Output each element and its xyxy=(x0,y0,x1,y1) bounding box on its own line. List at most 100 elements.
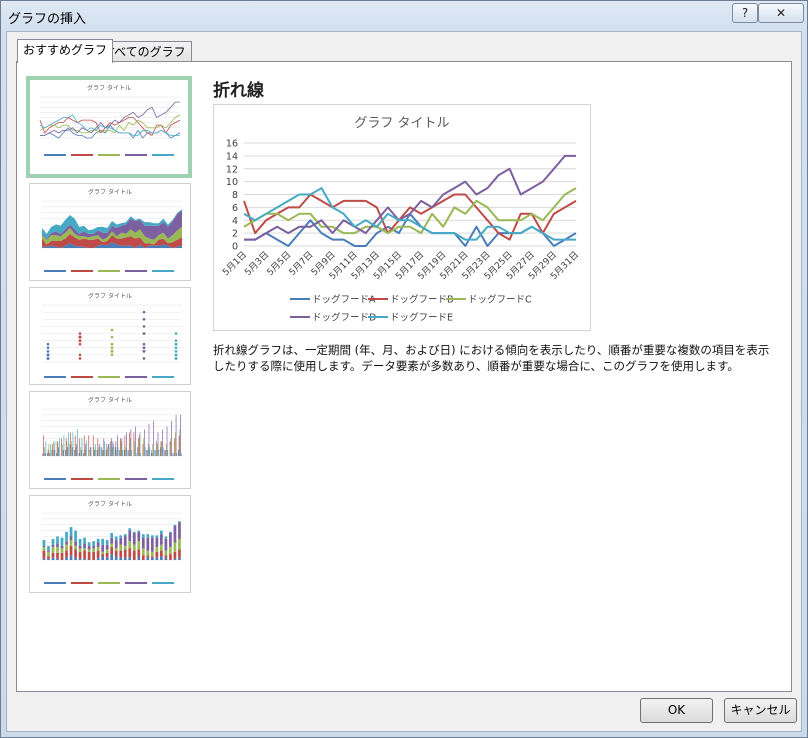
stacked-bar-segment xyxy=(78,538,82,546)
stacked-bar-segment xyxy=(146,537,150,551)
stacked-bar-segment xyxy=(132,532,136,545)
column-bar xyxy=(62,444,63,456)
stacked-bar-segment xyxy=(51,552,55,558)
column-bar xyxy=(133,432,135,456)
column-bar xyxy=(89,450,90,456)
stacked-bar-segment xyxy=(160,550,163,557)
stacked-bar-segment xyxy=(178,521,181,523)
legend-swatch xyxy=(44,582,66,584)
thumbnail-scatter-chart[interactable]: グラフ タイトル xyxy=(29,287,191,385)
stacked-bar-segment xyxy=(42,545,46,548)
stacked-bar-segment xyxy=(155,557,159,560)
stacked-bar-segment xyxy=(74,530,77,542)
scatter-point xyxy=(110,350,114,353)
column-bar xyxy=(126,432,127,456)
legend-swatch xyxy=(71,270,93,272)
stacked-bar-segment xyxy=(128,541,132,549)
stacked-bar-segment xyxy=(137,530,141,532)
column-bar xyxy=(144,429,145,456)
stacked-bar-segment xyxy=(123,549,127,558)
stacked-bar-segment xyxy=(173,551,177,559)
stacked-bar-segment xyxy=(78,551,82,559)
thumbnail-clustered-column-chart[interactable]: グラフ タイトル xyxy=(29,391,191,489)
stacked-bar-segment xyxy=(132,544,136,551)
thumbnail-area-chart[interactable]: グラフ タイトル xyxy=(29,183,191,281)
stacked-bar-segment xyxy=(119,550,123,558)
stacked-bar-segment xyxy=(105,549,109,553)
column-bar xyxy=(50,444,51,456)
stacked-bar-segment xyxy=(164,550,168,556)
legend-swatch xyxy=(152,270,174,272)
column-bar xyxy=(47,450,49,456)
stacked-bar-segment xyxy=(110,547,114,555)
stacked-bar-segment xyxy=(69,527,73,537)
column-bar xyxy=(58,447,59,456)
stacked-bar-segment xyxy=(105,544,109,550)
column-bar xyxy=(105,450,107,456)
stacked-bar-segment xyxy=(87,549,91,552)
column-bar xyxy=(134,441,136,456)
stacked-bar-segment xyxy=(114,550,118,557)
column-bar xyxy=(156,444,158,456)
scatter-point xyxy=(174,353,178,357)
column-bar xyxy=(166,426,168,456)
thumbnail-line-chart[interactable]: グラフ タイトル xyxy=(26,76,192,178)
scatter-point xyxy=(142,350,146,353)
column-bar xyxy=(79,438,81,456)
stacked-bar-segment xyxy=(51,544,55,548)
column-bar xyxy=(76,444,78,456)
stacked-bar-segment xyxy=(141,537,145,549)
column-bar xyxy=(67,447,69,456)
column-bar xyxy=(106,444,108,456)
column-bar xyxy=(122,450,123,456)
stacked-bar-segment xyxy=(74,545,77,550)
stacked-bar-segment xyxy=(47,551,50,557)
stacked-bar-segment xyxy=(155,551,159,558)
title-bar[interactable]: グラフの挿入 ? ✕ xyxy=(1,1,807,31)
column-bar xyxy=(179,429,181,456)
column-bar xyxy=(152,444,154,456)
stacked-bar-segment xyxy=(128,548,132,558)
stacked-bar-segment xyxy=(150,557,154,560)
column-bar xyxy=(161,441,163,456)
column-bar xyxy=(99,447,101,456)
thumbnail-stacked-column-chart[interactable]: グラフ タイトル xyxy=(29,495,191,593)
thumbnail-title: グラフ タイトル xyxy=(88,292,132,300)
insert-chart-dialog: グラフの挿入 ? ✕ おすすめグラフ すべてのグラフ グラフ タイトル グラフ … xyxy=(0,0,808,738)
scatter-point xyxy=(142,357,146,360)
column-bar xyxy=(96,450,98,456)
legend-swatch xyxy=(44,154,66,156)
column-bar xyxy=(128,450,129,456)
stacked-bar-segment xyxy=(155,537,159,548)
legend-swatch xyxy=(98,582,120,584)
column-bar xyxy=(52,444,53,456)
column-bar xyxy=(84,450,86,456)
column-bar xyxy=(130,429,132,456)
scatter-point xyxy=(142,346,146,350)
close-button[interactable]: ✕ xyxy=(758,3,804,23)
column-bar xyxy=(153,420,154,456)
column-bar xyxy=(98,444,100,456)
stacked-bar-segment xyxy=(155,547,159,552)
column-bar xyxy=(173,453,175,456)
column-bar xyxy=(69,444,71,456)
stacked-bar-segment xyxy=(141,534,145,538)
stacked-bar-segment xyxy=(83,537,86,544)
legend-swatch xyxy=(125,582,147,584)
column-bar xyxy=(120,438,121,456)
stacked-bar-segment xyxy=(123,557,127,560)
stacked-bar-segment xyxy=(69,540,73,546)
y-tick-label: 12 xyxy=(226,164,238,175)
scatter-point xyxy=(46,342,50,346)
column-bar xyxy=(62,450,64,456)
tab-recommended-charts[interactable]: おすすめグラフ xyxy=(17,39,114,63)
column-bar xyxy=(147,444,149,456)
help-button[interactable]: ? xyxy=(732,3,758,23)
stacked-bar-segment xyxy=(119,557,123,560)
stacked-bar-segment xyxy=(164,555,168,558)
ok-button[interactable]: OK xyxy=(640,698,713,723)
stacked-bar-segment xyxy=(92,545,95,549)
cancel-button[interactable]: キャンセル xyxy=(724,698,797,723)
stacked-bar-segment xyxy=(42,558,46,560)
stacked-bar-segment xyxy=(83,548,86,551)
